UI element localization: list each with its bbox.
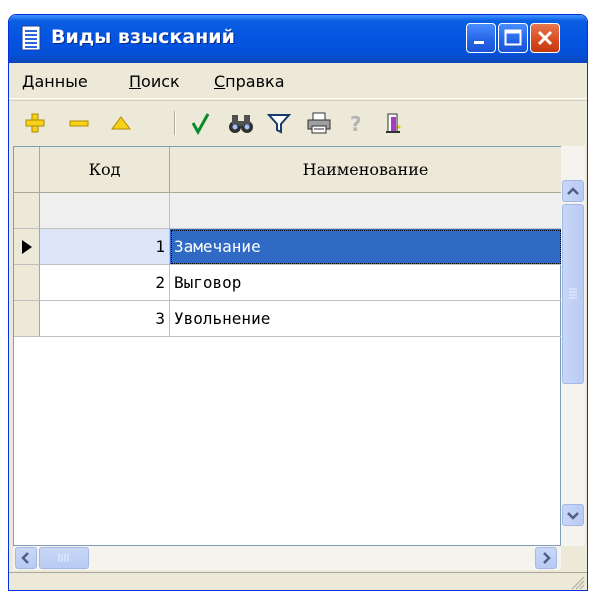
- toolbar-separator: [174, 111, 176, 135]
- title-bar[interactable]: Виды взысканий: [9, 15, 587, 63]
- maximize-icon: [504, 29, 522, 46]
- exit-icon[interactable]: [379, 109, 407, 137]
- binoculars-icon[interactable]: [227, 109, 255, 137]
- resize-grip-icon[interactable]: [569, 574, 585, 590]
- table-row[interactable]: 2 Выговор: [14, 265, 562, 301]
- document-list-icon: [21, 25, 41, 51]
- menu-search[interactable]: Поиск: [129, 72, 180, 91]
- maximize-button[interactable]: [498, 23, 528, 53]
- filter-cell-code[interactable]: [40, 193, 170, 229]
- filter-row[interactable]: [14, 193, 562, 229]
- filter-cell-name[interactable]: [170, 193, 562, 229]
- current-row-arrow-icon: [22, 240, 32, 254]
- data-grid: Код Наименование 1 Замечание 2 Выговор 3…: [13, 146, 562, 546]
- svg-text:?: ?: [350, 112, 362, 136]
- cell-name[interactable]: Выговор: [170, 265, 562, 301]
- minimize-icon: [474, 41, 484, 44]
- menu-data[interactable]: Данные: [22, 72, 88, 91]
- chevron-right-icon: [543, 552, 551, 564]
- horizontal-scroll-thumb[interactable]: [39, 547, 89, 569]
- window: Виды взысканий Данные Поиск Справка ? Ко…: [8, 14, 588, 591]
- scroll-up-button[interactable]: [562, 180, 584, 202]
- menu-bar: Данные Поиск Справка: [9, 63, 587, 99]
- cell-code[interactable]: 2: [40, 265, 170, 301]
- vertical-scrollbar[interactable]: [561, 146, 585, 546]
- column-header-code[interactable]: Код: [40, 147, 170, 193]
- cell-name[interactable]: Увольнение: [170, 301, 562, 337]
- cell-code[interactable]: 1: [40, 229, 170, 265]
- close-button[interactable]: [530, 23, 560, 53]
- row-indicator: [14, 265, 40, 301]
- grip-lines-icon: [58, 554, 69, 562]
- chevron-down-icon: [567, 512, 579, 520]
- row-indicator: [14, 301, 40, 337]
- column-header-name[interactable]: Наименование: [170, 147, 562, 193]
- printer-icon[interactable]: [305, 109, 333, 137]
- table-row[interactable]: 1 Замечание: [14, 229, 562, 265]
- cell-code[interactable]: 3: [40, 301, 170, 337]
- filter-icon[interactable]: [265, 109, 293, 137]
- menu-help[interactable]: Справка: [214, 72, 285, 91]
- row-indicator: [14, 193, 40, 229]
- minimize-button[interactable]: [466, 23, 496, 53]
- edit-icon[interactable]: [107, 109, 135, 137]
- horizontal-scrollbar[interactable]: [13, 546, 561, 570]
- status-bar: [9, 572, 587, 590]
- toolbar: ?: [9, 100, 587, 144]
- close-icon: [537, 30, 553, 46]
- window-title: Виды взысканий: [51, 26, 235, 48]
- help-icon[interactable]: ?: [342, 109, 370, 137]
- add-icon[interactable]: [21, 109, 49, 137]
- chevron-up-icon: [567, 187, 579, 195]
- scroll-down-button[interactable]: [562, 504, 584, 526]
- row-indicator: [14, 229, 40, 265]
- table-row[interactable]: 3 Увольнение: [14, 301, 562, 337]
- scroll-left-button[interactable]: [15, 547, 37, 569]
- cell-name[interactable]: Замечание: [170, 229, 562, 265]
- vertical-scroll-thumb[interactable]: [562, 204, 584, 384]
- scrollbar-corner: [561, 546, 585, 570]
- grip-lines-icon: [569, 288, 577, 299]
- checkmark-icon[interactable]: [187, 109, 215, 137]
- delete-icon[interactable]: [65, 109, 93, 137]
- scroll-right-button[interactable]: [535, 547, 557, 569]
- chevron-left-icon: [21, 552, 29, 564]
- indicator-header: [14, 147, 40, 193]
